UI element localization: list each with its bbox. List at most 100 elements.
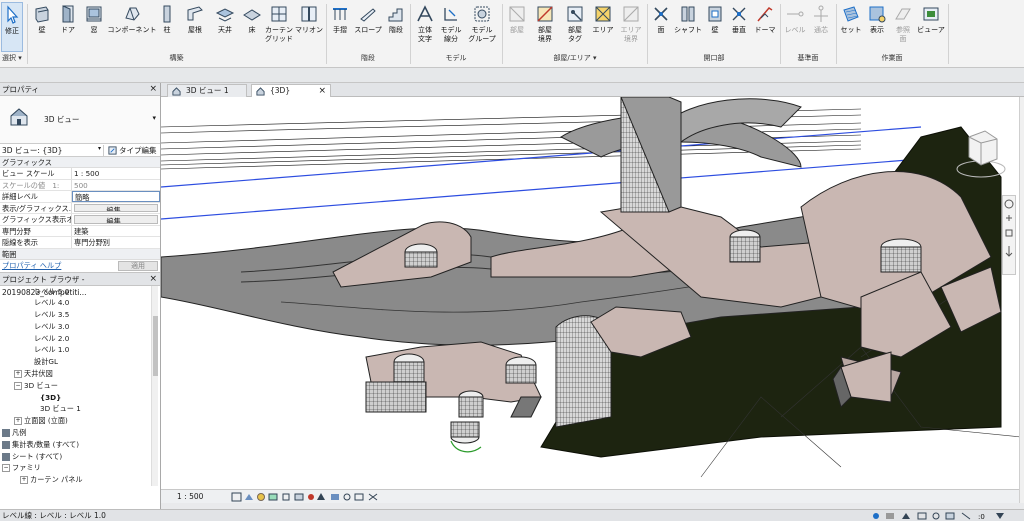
tree-node-schedules[interactable]: 集計表/数量 (すべて) (0, 439, 160, 451)
prop-value[interactable]: 500 (72, 180, 160, 191)
instance-selector[interactable]: 3D ビュー: {3D} ▾ タイプ編集 (0, 144, 160, 157)
tree-item-level[interactable]: レベル 3.5 (0, 309, 160, 321)
chevron-down-icon[interactable]: ▾ (152, 114, 156, 122)
expand-toggle[interactable]: + (14, 417, 22, 426)
wall-opening-button[interactable]: 壁 (705, 2, 725, 52)
window-icon (86, 6, 102, 22)
modify-button[interactable]: 修正 (1, 2, 23, 52)
browser-scrollbar[interactable] (151, 285, 158, 486)
grid-button[interactable]: 通芯 (809, 2, 833, 52)
room-button[interactable]: 部屋 (505, 2, 529, 52)
prop-row[interactable]: グラフィックス表示オ...編集... (0, 214, 160, 226)
ceiling-button[interactable]: 天井 (211, 2, 239, 52)
viewport-vscrollbar[interactable] (1019, 97, 1024, 503)
prop-row[interactable]: スケールの値 1: 500 (0, 179, 160, 191)
panel-room-area-label[interactable]: 部屋/エリア ▾ (503, 53, 647, 65)
level-button[interactable]: レベル (783, 2, 807, 52)
group-graphics[interactable]: グラフィックス (0, 157, 160, 168)
view-control-icons[interactable] (231, 491, 381, 503)
expand-toggle[interactable]: + (14, 370, 22, 379)
by-face-button[interactable]: 面 (650, 2, 672, 52)
browser-scroll-thumb[interactable] (153, 315, 158, 376)
shaft-button[interactable]: シャフト (673, 2, 703, 52)
close-icon[interactable]: × (318, 85, 326, 97)
type-selector[interactable]: 3D ビュー ▾ (0, 96, 160, 144)
tree-item-3d-current[interactable]: {3D} (0, 392, 160, 404)
tab-3d-view-1[interactable]: 3D ビュー 1 (167, 84, 247, 97)
tree-node-3d-views[interactable]: −3D ビュー (0, 380, 160, 392)
prop-value[interactable]: 専門分野別 (72, 237, 160, 248)
model-group-button[interactable]: モデル グループ (465, 2, 499, 52)
tree-item-label: 設計GL (34, 357, 58, 367)
apply-button[interactable]: 適用 (118, 260, 158, 271)
component-button[interactable]: コンポーネント (107, 2, 157, 52)
tree-item-level[interactable]: レベル 4.0 (0, 297, 160, 309)
tree-item-level[interactable]: レベル 1.0 (0, 344, 160, 356)
group-extents[interactable]: 範囲 (0, 248, 160, 260)
vertical-button[interactable]: 垂直 (728, 2, 750, 52)
wall-button[interactable]: 壁 (30, 2, 54, 52)
viewer-button[interactable]: ビューア (917, 2, 945, 52)
tree-item-level[interactable]: レベル 2.0 (0, 333, 160, 345)
column-button[interactable]: 柱 (158, 2, 176, 52)
area-boundary-button[interactable]: エリア 境界 (617, 2, 645, 52)
model-line-button[interactable]: モデル 線分 (439, 2, 463, 52)
tree-node-legends[interactable]: 凡例 (0, 427, 160, 439)
railing-button[interactable]: 手摺 (329, 2, 351, 52)
expand-toggle[interactable]: + (20, 476, 28, 485)
door-button[interactable]: ドア (56, 2, 80, 52)
select-by-face-icon (945, 512, 955, 520)
tree-item-level[interactable]: 設計GL (0, 356, 160, 368)
tree-node-families[interactable]: − ファミリ (0, 462, 160, 474)
window-button[interactable]: 窓 (82, 2, 106, 52)
stair-button[interactable]: 階段 (385, 2, 407, 52)
close-icon[interactable]: × (149, 83, 157, 96)
prop-value[interactable]: 簡略 (72, 191, 160, 202)
properties-help-link[interactable]: プロパティ ヘルプ (2, 261, 61, 271)
tree-item-level[interactable]: レベル 5.0 (0, 286, 160, 298)
collapse-toggle[interactable]: − (14, 381, 22, 390)
tree-item-curtain-panel[interactable]: + カーテン パネル (0, 474, 160, 485)
navigation-bar[interactable] (1002, 195, 1016, 275)
prop-row[interactable]: ビュー スケール 1 : 500 (0, 168, 160, 180)
house-icon (172, 87, 181, 96)
room-tag-button[interactable]: 部屋 タグ (561, 2, 589, 52)
tree-node-ceiling-plans[interactable]: + 天井伏図 (0, 368, 160, 380)
dormer-button[interactable]: ドーマ (753, 2, 777, 52)
prop-row[interactable]: 表示/グラフィックス... 編集... (0, 202, 160, 214)
edit-button[interactable]: 編集... (74, 215, 158, 224)
model-text-button[interactable]: 立体 文字 (413, 2, 437, 52)
ref-plane-button[interactable]: 参照 面 (891, 2, 915, 52)
area-button[interactable]: エリア (591, 2, 615, 52)
show-button[interactable]: 表示 (865, 2, 889, 52)
tree-item-3d-view-1[interactable]: 3D ビュー 1 (0, 403, 160, 415)
collapse-toggle[interactable]: − (2, 464, 10, 473)
instance-filter[interactable]: 3D ビュー: {3D} ▾ (0, 144, 104, 156)
close-icon[interactable]: × (149, 273, 157, 286)
edit-button[interactable]: 編集... (74, 203, 158, 212)
3d-viewport[interactable] (161, 97, 1019, 489)
prop-value[interactable]: 1 : 500 (72, 168, 160, 179)
tree-item-level[interactable]: レベル 3.0 (0, 321, 160, 333)
view-scale[interactable]: 1 : 500 (177, 492, 203, 501)
tree-node-elevations[interactable]: + 立面図 (立面) (0, 415, 160, 427)
panel-select-label[interactable]: 選択 ▾ (0, 53, 26, 65)
room-separator-button[interactable]: 部屋 境界 (531, 2, 559, 52)
grid-icon (814, 5, 828, 22)
prop-row[interactable]: 専門分野 建築 (0, 225, 160, 237)
curtain-grid-button[interactable]: カーテン グリッド (265, 2, 293, 52)
set-button[interactable]: セット (839, 2, 863, 52)
prop-value[interactable]: 建築 (72, 226, 160, 237)
properties-title: プロパティ (2, 85, 40, 94)
edit-type-button[interactable]: タイプ編集 (104, 145, 157, 156)
tree-node-sheets[interactable]: シート (すべて) (0, 451, 160, 463)
ramp-button[interactable]: スロープ (353, 2, 383, 52)
mullion-button[interactable]: マリオン (294, 2, 324, 52)
floor-button[interactable]: 床 (240, 2, 264, 52)
tab-3d-current[interactable]: {3D} × (251, 84, 331, 97)
prop-row[interactable]: 詳細レベル 簡略 (0, 191, 160, 203)
status-icons[interactable]: :0 (870, 511, 1020, 521)
viewcube[interactable] (955, 125, 1007, 187)
roof-button[interactable]: 屋根 (180, 2, 210, 52)
prop-row[interactable]: 隠線を表示 専門分野別 (0, 237, 160, 249)
